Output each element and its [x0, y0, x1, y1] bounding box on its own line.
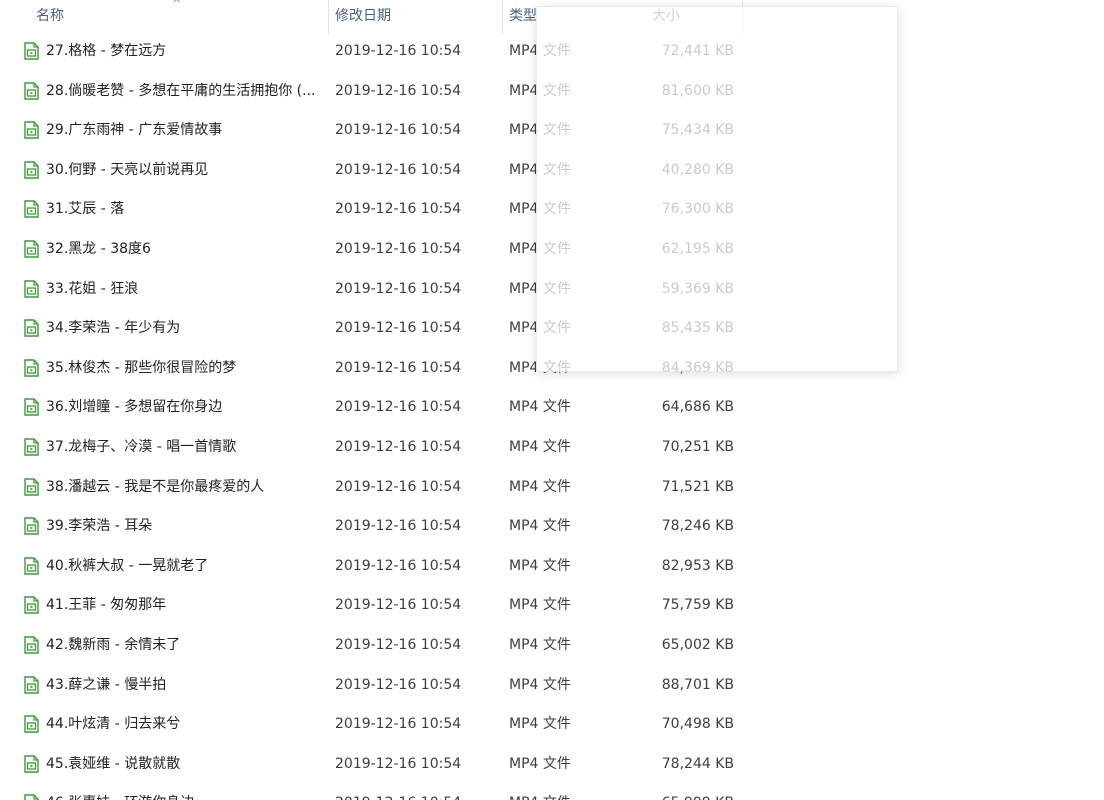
file-type: MP4 文件 [509, 636, 571, 653]
file-name: 31.艾辰 - 落 [46, 201, 125, 218]
file-size: 70,251 KB [661, 438, 734, 455]
file-row[interactable]: 45.袁娅维 - 说散就散 2019-12-16 10:54 MP4 文件 78,24… [0, 745, 760, 785]
file-row[interactable]: 39.李荣浩 - 耳朵 2019-12-16 10:54 MP4 文件 78,246 … [0, 507, 760, 547]
file-row[interactable]: 44.叶炫清 - 归去来兮 2019-12-16 10:54 MP4 文件 70,49… [0, 705, 760, 745]
file-size: 78,244 KB [661, 755, 734, 772]
file-name: 45.袁娅维 - 说散就散 [46, 755, 181, 772]
column-header-date[interactable]: 修改日期 [328, 0, 500, 34]
file-type: MP4 文件 [509, 597, 571, 614]
file-date: 2019-12-16 10:54 [335, 636, 462, 653]
video-file-icon [24, 636, 39, 654]
file-date: 2019-12-16 10:54 [335, 438, 462, 455]
file-name: 44.叶炫清 - 归去来兮 [46, 716, 181, 733]
file-type: MP4 文件 [509, 716, 571, 733]
file-date: 2019-12-16 10:54 [335, 676, 462, 693]
file-row[interactable]: 42.魏新雨 - 余情未了 2019-12-16 10:54 MP4 文件 65,00… [0, 626, 760, 666]
video-file-icon [24, 517, 39, 535]
file-type: MP4 文件 [509, 557, 571, 574]
video-file-icon [24, 161, 39, 179]
file-type: MP4 文件 [509, 676, 571, 693]
file-name: 33.花姐 - 狂浪 [46, 280, 139, 297]
file-name: 30.何野 - 天亮以前说再见 [46, 161, 209, 178]
file-name: 34.李荣浩 - 年少有为 [46, 320, 181, 337]
file-type: MP4 文件 [509, 518, 571, 535]
file-name: 46.张惠妹 - 环游你身边 [46, 784, 324, 800]
video-file-icon [24, 596, 39, 615]
file-date: 2019-12-16 10:54 [335, 320, 462, 337]
video-file-icon [24, 715, 39, 733]
file-type: MP4 文件 [509, 399, 571, 416]
video-file-icon [24, 438, 39, 456]
video-file-icon [24, 319, 39, 337]
file-date: 2019-12-16 10:54 [335, 597, 462, 614]
file-date: 2019-12-16 10:54 [335, 518, 462, 535]
file-row[interactable]: 37.龙梅子、冷漠 - 唱一首情歌 2019-12-16 10:54 MP4 文件 7… [0, 428, 760, 468]
file-row[interactable]: 36.刘增瞳 - 多想留在你身边 2019-12-16 10:54 MP4 文件 64… [0, 388, 760, 428]
video-file-icon [24, 794, 39, 800]
file-date: 2019-12-16 10:54 [335, 359, 462, 376]
file-name: 40.秋裤大叔 - 一晃就老了 [46, 557, 209, 574]
file-date: 2019-12-16 10:54 [335, 122, 462, 139]
file-name: 43.薛之谦 - 慢半拍 [46, 676, 167, 693]
file-name: 42.魏新雨 - 余情未了 [46, 636, 181, 653]
video-file-icon [24, 121, 39, 139]
video-file-icon [24, 477, 39, 496]
file-name: 28.倘暖老赞 - 多想在平庸的生活拥抱你 (... [46, 82, 316, 99]
overlay-panel [536, 6, 898, 372]
file-row[interactable]: 38.潘越云 - 我是不是你最疼爱的人 2019-12-16 10:54 MP4 文… [0, 468, 760, 508]
file-name: 37.龙梅子、冷漠 - 唱一首情歌 [46, 438, 237, 455]
file-name: 38.潘越云 - 我是不是你最疼爱的人 [46, 478, 265, 495]
file-row[interactable]: 40.秋裤大叔 - 一晃就老了 2019-12-16 10:54 MP4 文件 82,… [0, 547, 760, 587]
file-row[interactable]: 41.王菲 - 匆匆那年 2019-12-16 10:54 MP4 文件 75,759… [0, 586, 760, 626]
file-type: MP4 文件 [509, 478, 571, 495]
file-size: 65,999 KB [640, 784, 734, 800]
file-date: 2019-12-16 10:54 [335, 557, 462, 574]
file-date: 2019-12-16 10:54 [335, 201, 462, 218]
file-size: 88,701 KB [661, 676, 734, 693]
file-date: 2019-12-16 10:54 [335, 280, 462, 297]
file-date: 2019-12-16 10:54 [335, 161, 462, 178]
file-date: 2019-12-16 10:54 [335, 784, 500, 800]
video-file-icon [24, 398, 39, 417]
file-explorer-window: 名称 ^ 修改日期 类型 大小 27.格格 - 梦在远方2019-12-16 1… [0, 0, 1104, 800]
file-name: 36.刘增瞳 - 多想留在你身边 [46, 399, 223, 416]
file-size: 70,498 KB [661, 716, 734, 733]
file-date: 2019-12-16 10:54 [335, 478, 462, 495]
file-date: 2019-12-16 10:54 [335, 43, 462, 59]
file-date: 2019-12-16 10:54 [335, 82, 462, 99]
video-file-icon [24, 42, 39, 60]
file-name: 35.林俊杰 - 那些你很冒险的梦 [46, 359, 237, 376]
file-date: 2019-12-16 10:54 [335, 716, 462, 733]
sort-ascending-icon: ^ [172, 0, 182, 10]
file-type: MP4 文件 [509, 755, 571, 772]
video-file-icon [24, 81, 39, 100]
file-date: 2019-12-16 10:54 [335, 240, 462, 257]
file-size: 78,246 KB [661, 518, 734, 535]
file-name: 29.广东雨神 - 广东爱情故事 [46, 122, 223, 139]
file-row[interactable]: 46.张惠妹 - 环游你身边 2019-12-16 10:54 MP4 文件 65,9… [0, 784, 760, 800]
video-file-icon [24, 200, 39, 219]
file-type: MP4 文件 [509, 438, 571, 455]
file-name: 39.李荣浩 - 耳朵 [46, 518, 153, 535]
file-name: 32.黑龙 - 38度6 [46, 240, 151, 257]
file-size: 75,759 KB [661, 597, 734, 614]
video-file-icon [24, 557, 39, 575]
video-file-icon [24, 359, 39, 377]
file-size: 64,686 KB [661, 399, 734, 416]
file-size: 65,002 KB [661, 636, 734, 653]
video-file-icon [24, 279, 39, 298]
video-file-icon [24, 754, 39, 773]
file-date: 2019-12-16 10:54 [335, 755, 462, 772]
file-type: MP4 文件 [509, 784, 629, 800]
video-file-icon [24, 240, 39, 258]
file-size: 71,521 KB [661, 478, 734, 495]
file-row[interactable]: 43.薛之谦 - 慢半拍 2019-12-16 10:54 MP4 文件 88,701… [0, 666, 760, 706]
file-date: 2019-12-16 10:54 [335, 399, 462, 416]
file-name: 41.王菲 - 匆匆那年 [46, 597, 167, 614]
file-size: 82,953 KB [661, 557, 734, 574]
video-file-icon [24, 675, 39, 694]
file-name: 27.格格 - 梦在远方 [46, 43, 167, 59]
